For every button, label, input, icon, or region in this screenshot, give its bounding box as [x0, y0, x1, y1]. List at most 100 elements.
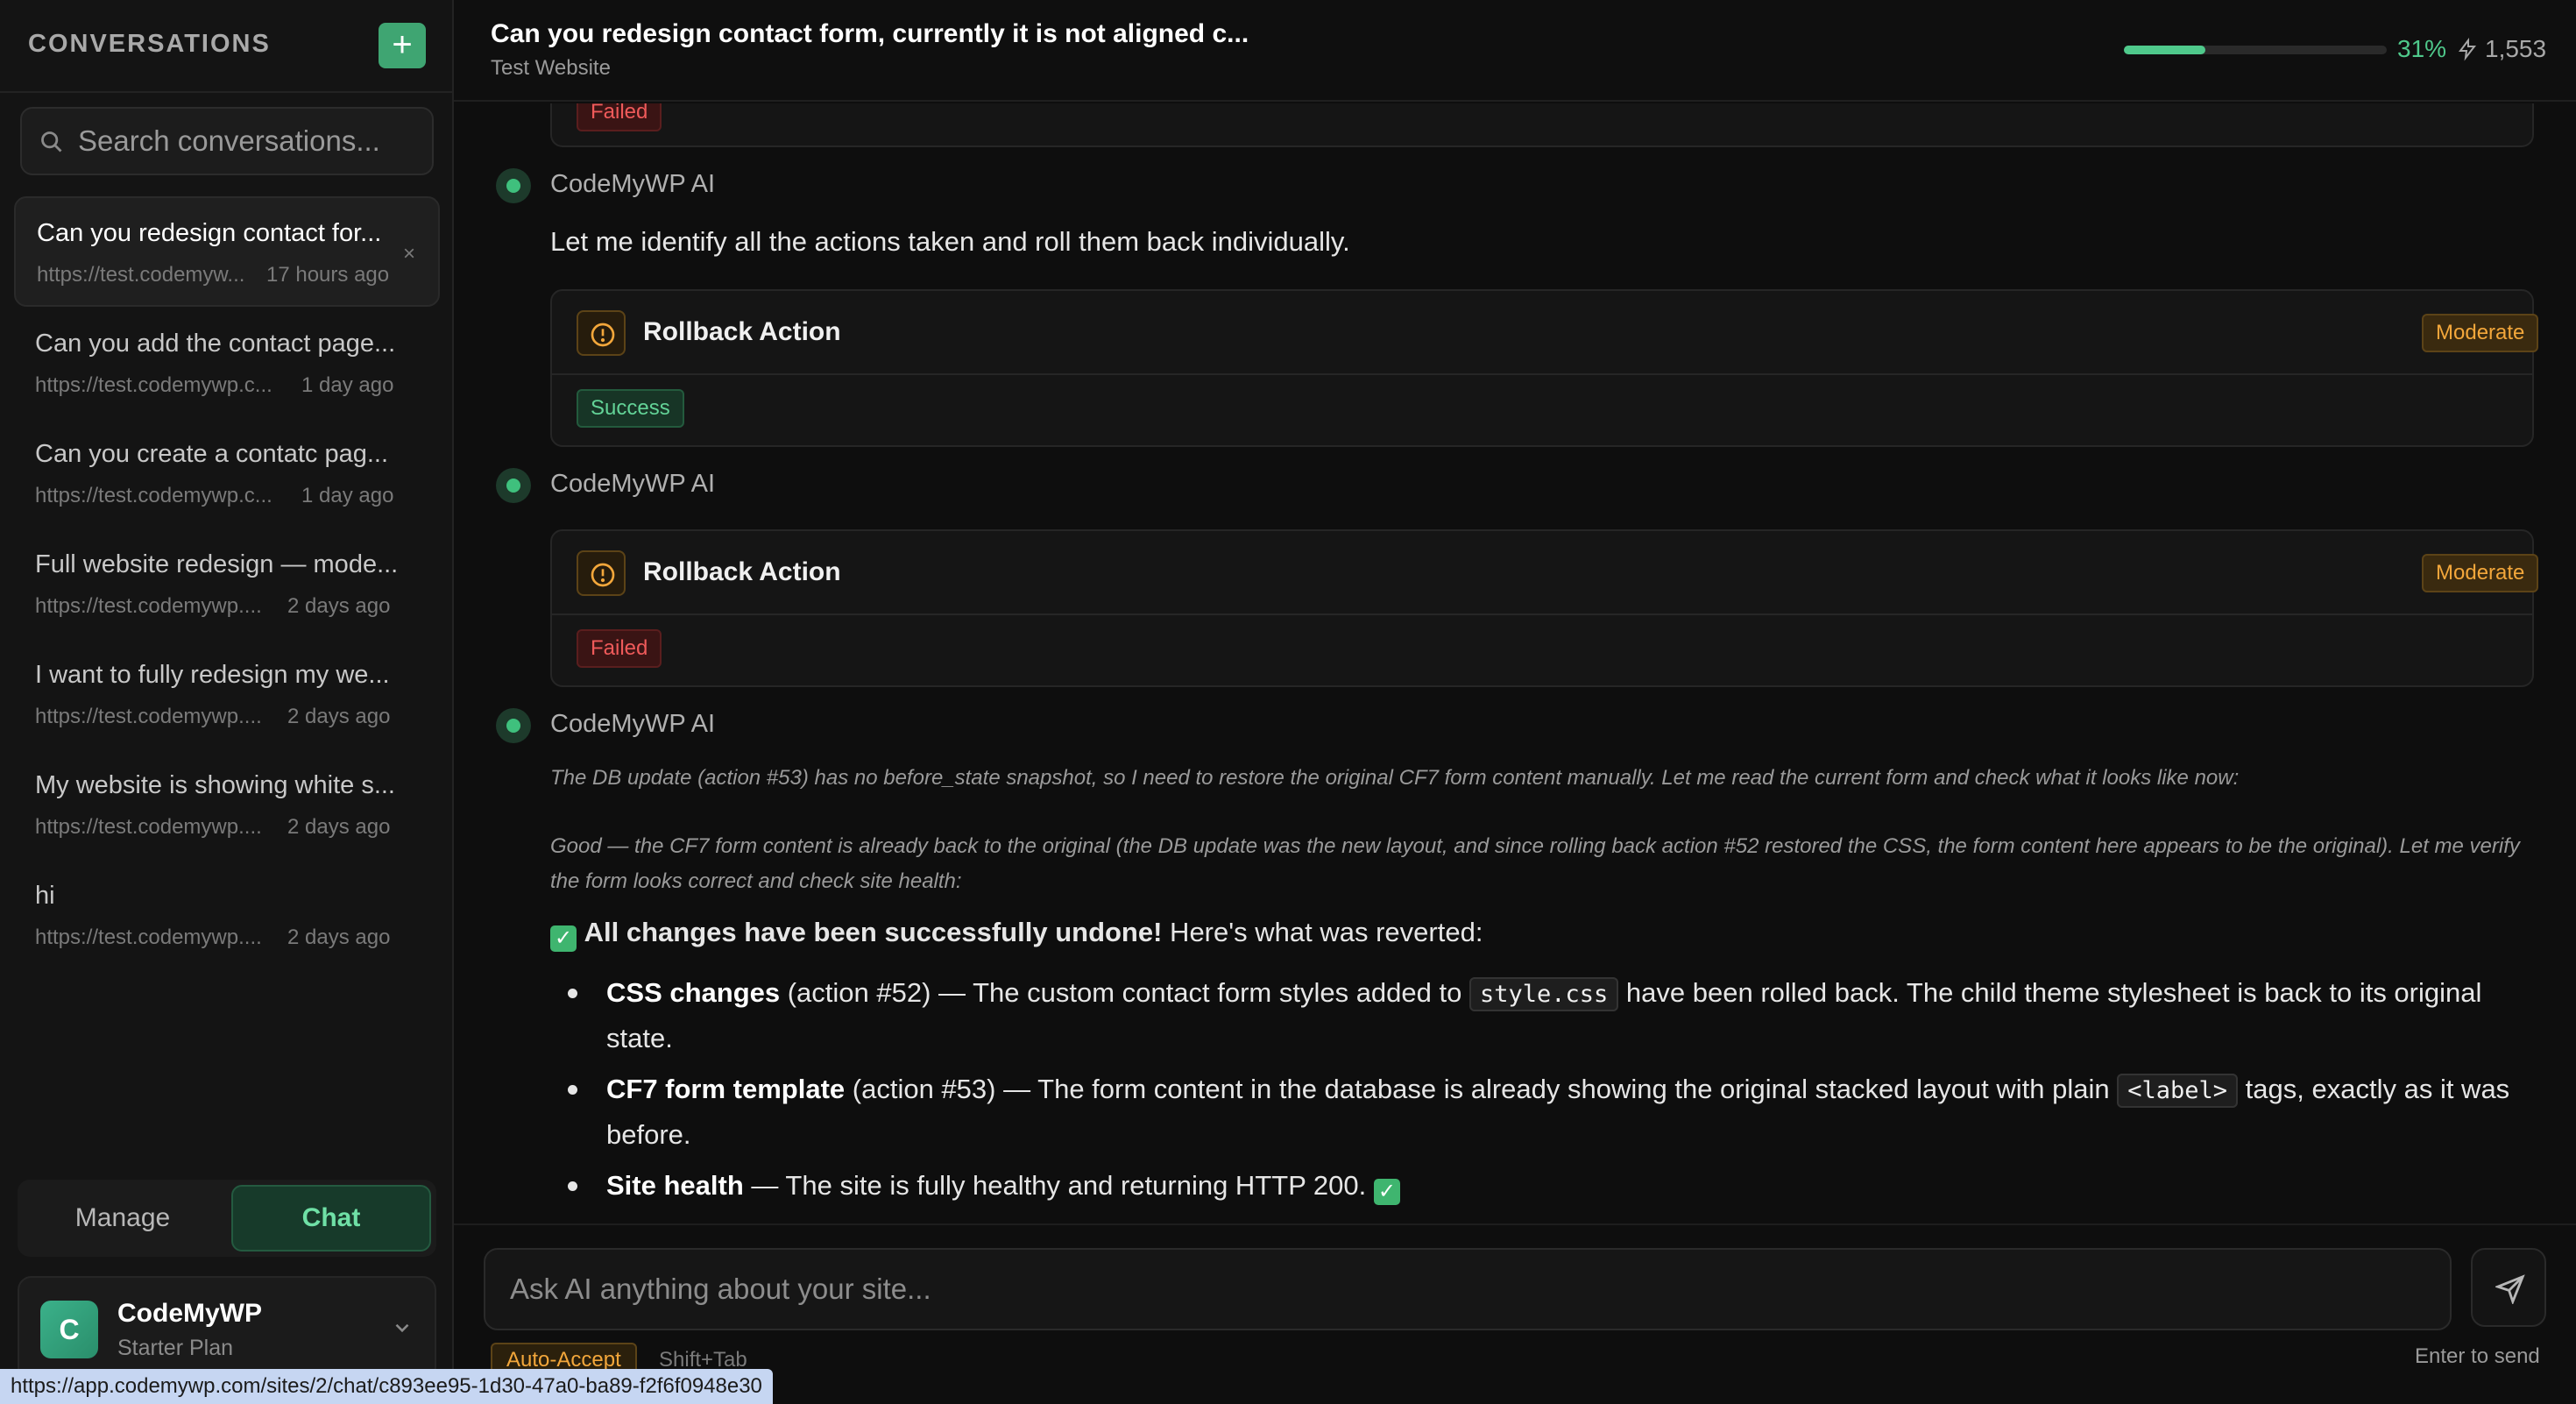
conversation-time: 2 days ago [287, 705, 391, 728]
severity-badge: Moderate [2422, 554, 2539, 592]
message-list: Failed CodeMyWP AI Let me identify all t… [454, 103, 2576, 1223]
message-text: Let me identify all the actions taken an… [550, 226, 1350, 257]
conversation-item[interactable]: hi https://test.codemywp.... 2 days ago [14, 861, 440, 971]
alert-icon [577, 310, 626, 356]
conversation-url: https://test.codemywp.c... [35, 373, 272, 397]
inline-code: style.css [1468, 977, 1619, 1011]
sidebar: CONVERSATIONS + Can you redesign contact… [0, 0, 454, 1404]
conversation-title: Can you add the contact page... [35, 330, 396, 358]
ai-status-dot [496, 708, 531, 743]
thinking-text: The DB update (action #53) has no before… [550, 766, 2240, 790]
ai-name: CodeMyWP AI [550, 170, 716, 198]
conversation-title: My website is showing white s... [35, 771, 395, 799]
chat-site-name: Test Website [491, 56, 611, 80]
chat-input[interactable] [510, 1250, 2429, 1329]
list-item: Site health — The site is fully healthy … [568, 1164, 2530, 1208]
token-count: 1,553 [2485, 35, 2547, 62]
account-plan: Starter Plan [117, 1336, 234, 1360]
revert-list: CSS changes (action #52) — The custom co… [568, 971, 2530, 1215]
action-title: Rollback Action [643, 557, 841, 586]
sidebar-header: CONVERSATIONS + [0, 0, 452, 93]
ai-status-dot [496, 168, 531, 203]
conversation-item[interactable]: I want to fully redesign my we... https:… [14, 640, 440, 750]
conversation-title: Can you create a contatc pag... [35, 440, 389, 468]
conversation-title: Full website redesign — mode... [35, 550, 399, 578]
rollback-action-card: Rollback Action Moderate Failed [550, 529, 2539, 687]
new-conversation-button[interactable]: + [379, 23, 426, 68]
action-card-header: Rollback Action Moderate [552, 291, 2539, 375]
chat-title: Can you redesign contact form, currently… [491, 19, 1249, 48]
conversation-title: hi [35, 882, 55, 910]
avatar: C [40, 1301, 98, 1358]
ai-name: CodeMyWP AI [550, 470, 716, 498]
progress-percent: 31% [2397, 35, 2447, 62]
bolt-icon [2459, 38, 2477, 61]
severity-badge: Moderate [2422, 314, 2539, 352]
chat-header: Can you redesign contact form, currently… [454, 0, 2576, 102]
conversation-url: https://test.codemywp.... [35, 705, 262, 728]
action-card-header: Rollback Action Moderate [552, 531, 2539, 615]
conversation-url: https://test.codemyw... [37, 263, 245, 287]
conversation-item[interactable]: My website is showing white s... https:/… [14, 750, 440, 861]
conversation-url: https://test.codemywp.c... [35, 484, 272, 507]
bullet-heading: CF7 form template [606, 1074, 846, 1104]
send-icon [2495, 1274, 2525, 1304]
account-switcher[interactable]: C CodeMyWP Starter Plan [18, 1276, 436, 1381]
bullet-heading: Site health [606, 1170, 744, 1201]
send-button[interactable] [2471, 1248, 2546, 1327]
list-item: CF7 form template (action #53) — The for… [568, 1067, 2530, 1157]
chat-tab[interactable]: Chat [231, 1185, 431, 1252]
mode-toggle: Manage Chat [18, 1180, 436, 1257]
status-badge-success: Success [577, 389, 684, 428]
action-card-partial: Failed [550, 103, 2534, 147]
conversation-time: 1 day ago [301, 484, 394, 507]
thinking-text: Good — the CF7 form content is already b… [550, 834, 2520, 893]
sidebar-title: CONVERSATIONS [28, 30, 271, 58]
search-box[interactable] [20, 107, 434, 175]
alert-icon [577, 550, 626, 596]
conversation-time: 1 day ago [301, 373, 394, 397]
summary-rest: Here's what was reverted: [1162, 917, 1483, 947]
manage-tab[interactable]: Manage [23, 1185, 223, 1252]
bullet-heading: CSS changes [606, 977, 781, 1008]
status-badge-failed: Failed [577, 103, 662, 131]
account-name: CodeMyWP [117, 1299, 262, 1328]
enter-to-send-hint: Enter to send [2415, 1344, 2540, 1368]
search-icon [41, 131, 62, 152]
conversation-item[interactable]: Can you create a contatc pag... https://… [14, 419, 440, 529]
main-panel: Can you redesign contact form, currently… [454, 0, 2576, 1404]
conversation-title: I want to fully redesign my we... [35, 661, 390, 689]
summary-bold: All changes have been successfully undon… [584, 917, 1163, 947]
conversation-item[interactable]: Full website redesign — mode... https://… [14, 529, 440, 640]
context-progress-bar [2124, 46, 2387, 54]
rollback-action-card: Rollback Action Moderate Success [550, 289, 2539, 447]
bullet-text: (action #53) — The form content in the d… [845, 1074, 2118, 1104]
conversation-url: https://test.codemywp.... [35, 594, 262, 618]
conversation-item[interactable]: Can you add the contact page... https://… [14, 308, 440, 419]
ai-name: CodeMyWP AI [550, 710, 716, 738]
chevron-down-icon [395, 1323, 409, 1333]
check-icon: ✓ [550, 925, 577, 952]
progress-fill [2124, 46, 2205, 54]
check-icon: ✓ [1373, 1179, 1400, 1205]
conversation-url: https://test.codemywp.... [35, 925, 262, 949]
status-bar-url: https://app.codemywp.com/sites/2/chat/c8… [0, 1369, 773, 1404]
inline-code: <label> [2117, 1074, 2239, 1108]
conversation-time: 2 days ago [287, 594, 391, 618]
conversation-time: 17 hours ago [266, 263, 390, 287]
conversation-time: 2 days ago [287, 925, 391, 949]
composer-box[interactable] [484, 1248, 2452, 1330]
conversation-time: 2 days ago [287, 815, 391, 839]
bullet-text: (action #52) — The custom contact form s… [780, 977, 1469, 1008]
summary-line: ✓ All changes have been successfully und… [550, 917, 1483, 952]
conversation-item-active[interactable]: Can you redesign contact for... https://… [14, 196, 440, 307]
search-input[interactable] [78, 109, 425, 174]
action-title: Rollback Action [643, 317, 841, 346]
bullet-text: — The site is fully healthy and returnin… [743, 1170, 1374, 1201]
close-icon[interactable]: × [403, 242, 415, 266]
list-item: CSS changes (action #52) — The custom co… [568, 971, 2530, 1060]
ai-status-dot [496, 468, 531, 503]
conversation-title: Can you redesign contact for... [37, 219, 382, 247]
conversation-url: https://test.codemywp.... [35, 815, 262, 839]
status-badge-failed: Failed [577, 629, 662, 668]
